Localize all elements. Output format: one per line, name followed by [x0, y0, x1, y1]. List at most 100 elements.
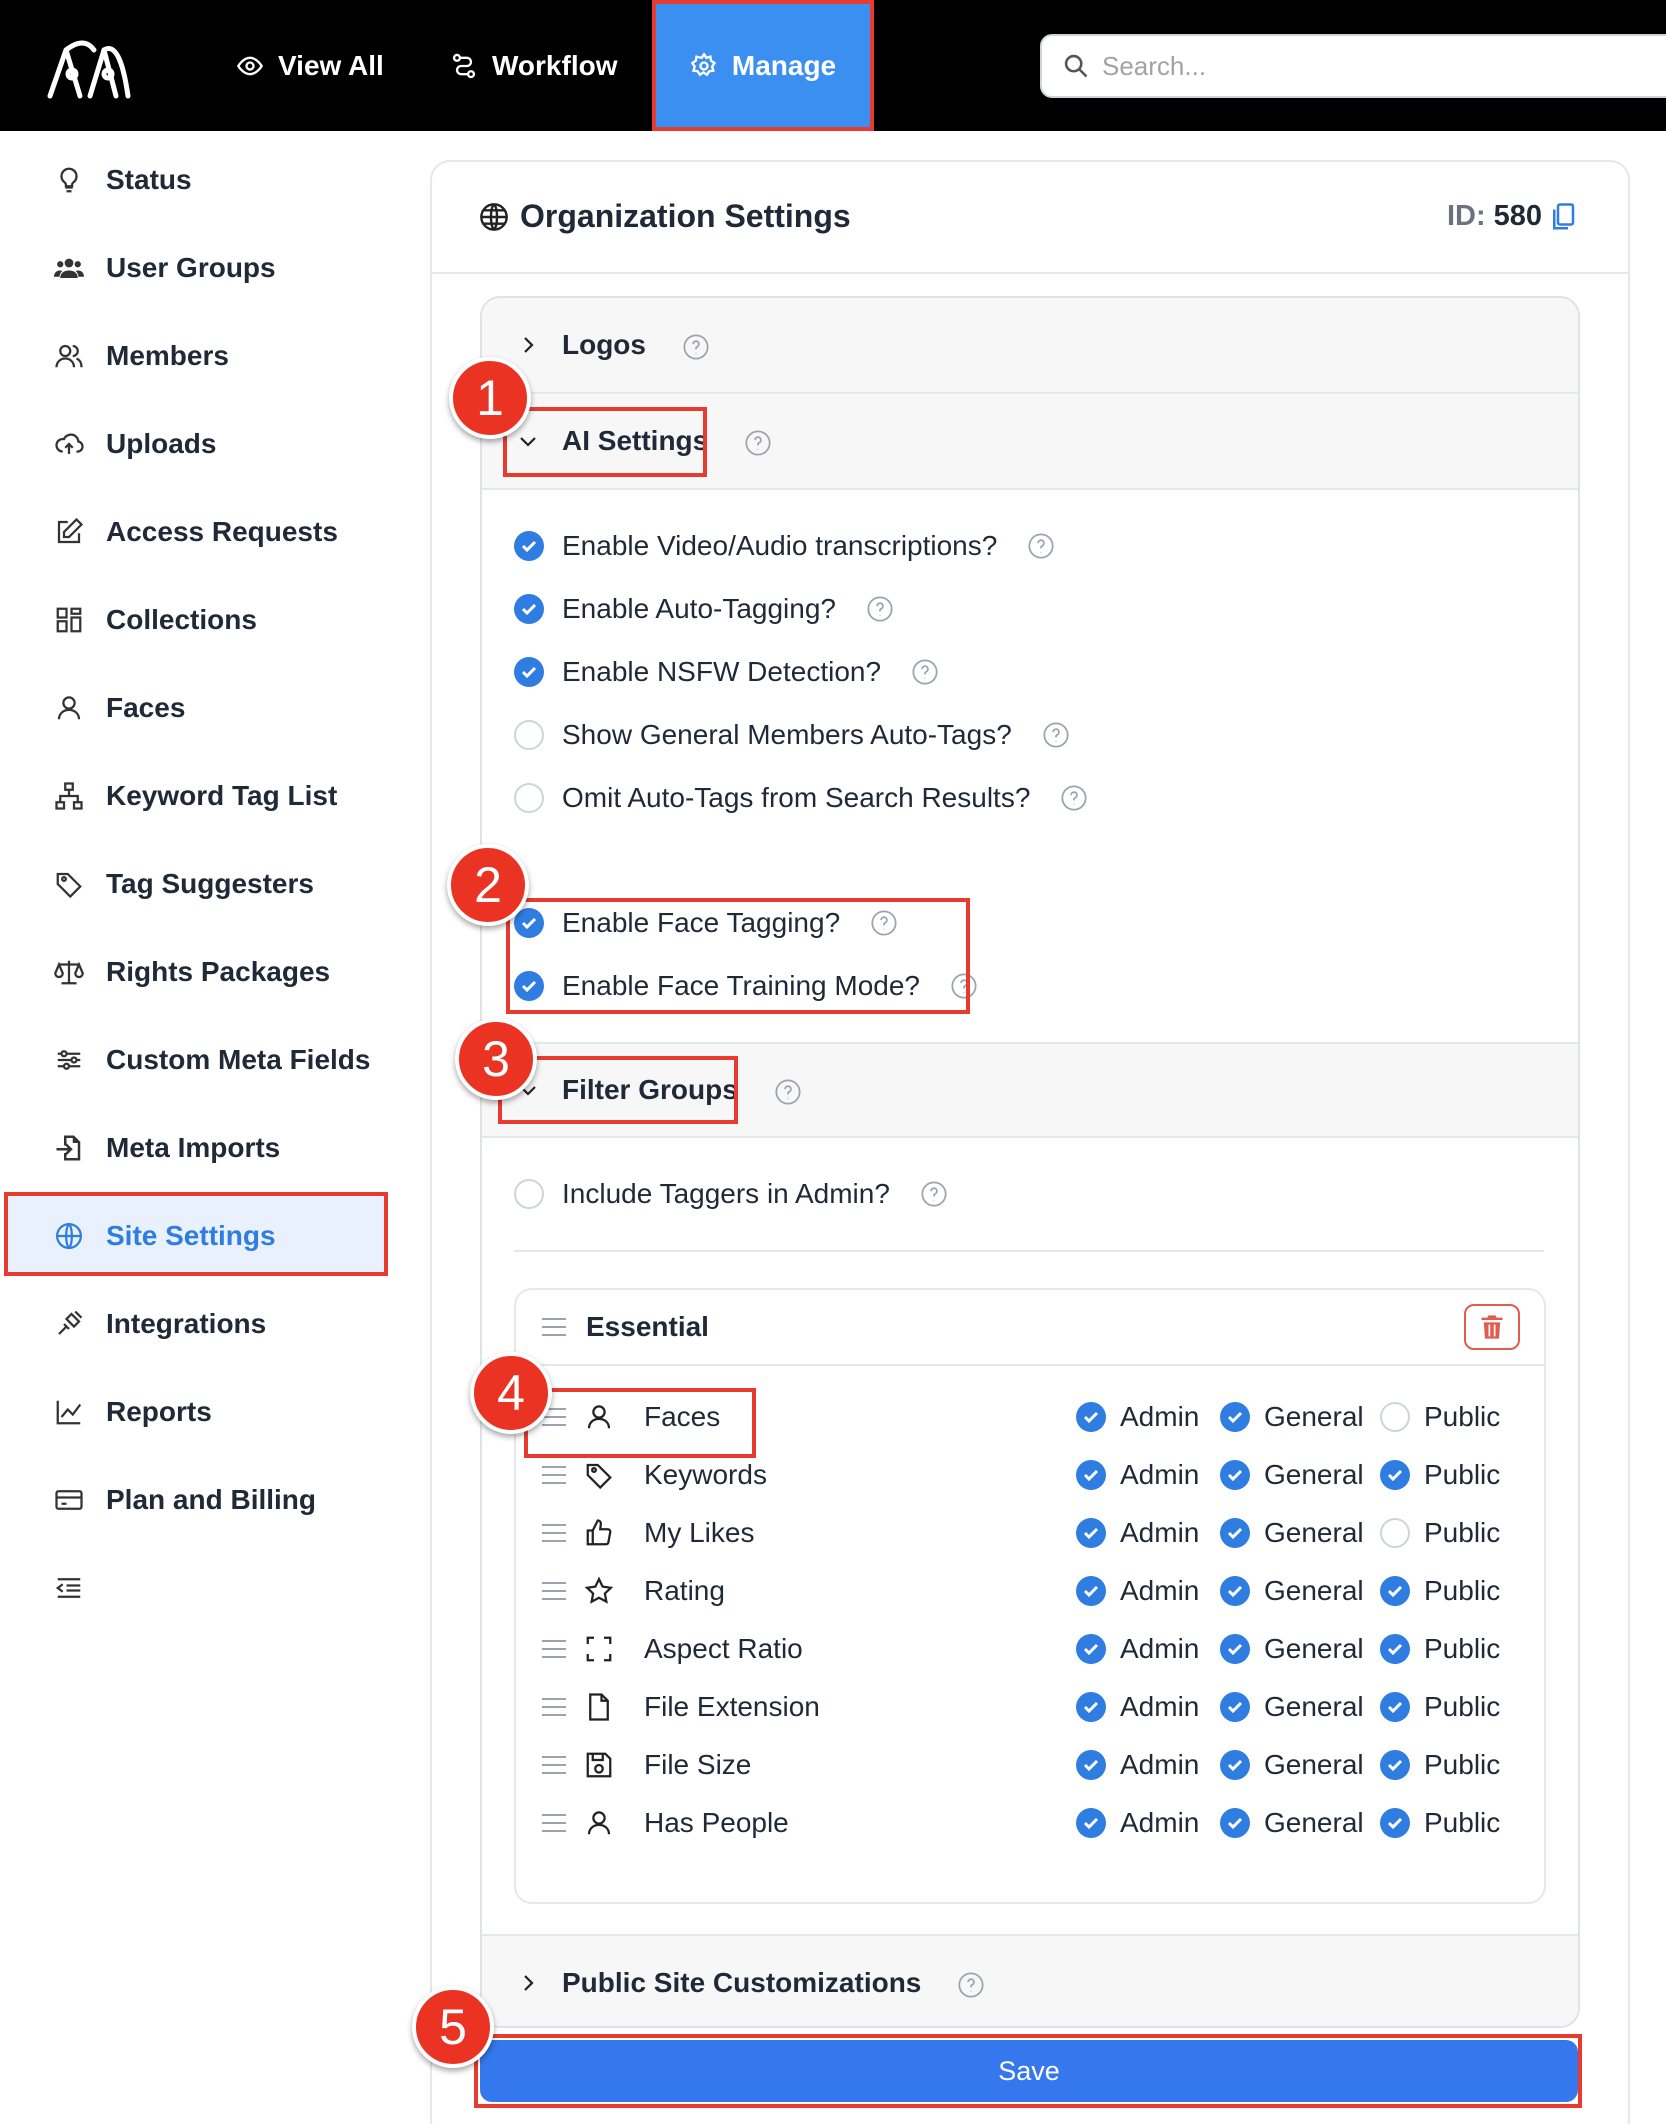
help-icon[interactable] — [866, 595, 894, 623]
sidebar-item-rights-packages[interactable]: Rights Packages — [0, 932, 390, 1012]
option-video-audio-transcriptions[interactable]: Enable Video/Audio transcriptions? — [514, 530, 1055, 562]
public-checkbox[interactable] — [1380, 1692, 1410, 1722]
admin-checkbox[interactable] — [1076, 1750, 1106, 1780]
perm-public[interactable]: Public — [1380, 1807, 1500, 1839]
drag-handle-icon[interactable] — [540, 1753, 568, 1777]
perm-public[interactable]: Public — [1380, 1749, 1500, 1781]
checkbox-checked[interactable] — [514, 594, 544, 624]
help-icon[interactable] — [774, 1078, 802, 1106]
perm-public[interactable]: Public — [1380, 1575, 1500, 1607]
public-checkbox[interactable] — [1380, 1576, 1410, 1606]
perm-public[interactable]: Public — [1380, 1517, 1500, 1549]
general-checkbox[interactable] — [1220, 1460, 1250, 1490]
copy-icon[interactable] — [1550, 202, 1576, 232]
general-checkbox[interactable] — [1220, 1750, 1250, 1780]
option-show-general-auto-tags[interactable]: Show General Members Auto-Tags? — [514, 719, 1070, 751]
help-icon[interactable] — [682, 333, 710, 361]
perm-public[interactable]: Public — [1380, 1633, 1500, 1665]
public-checkbox[interactable] — [1380, 1518, 1410, 1548]
general-checkbox[interactable] — [1220, 1634, 1250, 1664]
sidebar-item-meta-imports[interactable]: Meta Imports — [0, 1108, 390, 1188]
perm-admin[interactable]: Admin — [1076, 1401, 1199, 1433]
drag-handle-icon[interactable] — [540, 1695, 568, 1719]
general-checkbox[interactable] — [1220, 1576, 1250, 1606]
perm-public[interactable]: Public — [1380, 1401, 1500, 1433]
perm-admin[interactable]: Admin — [1076, 1575, 1199, 1607]
general-checkbox[interactable] — [1220, 1692, 1250, 1722]
checkbox-unchecked[interactable] — [514, 783, 544, 813]
admin-checkbox[interactable] — [1076, 1692, 1106, 1722]
help-icon[interactable] — [744, 429, 772, 457]
perm-admin[interactable]: Admin — [1076, 1459, 1199, 1491]
sidebar-collapse-button[interactable] — [0, 1548, 390, 1628]
admin-checkbox[interactable] — [1076, 1518, 1106, 1548]
perm-admin[interactable]: Admin — [1076, 1633, 1199, 1665]
public-checkbox[interactable] — [1380, 1750, 1410, 1780]
public-checkbox[interactable] — [1380, 1402, 1410, 1432]
drag-handle-icon[interactable] — [540, 1579, 568, 1603]
logo-icon[interactable] — [44, 30, 134, 102]
option-nsfw-detection[interactable]: Enable NSFW Detection? — [514, 656, 939, 688]
section-public-site[interactable]: Public Site Customizations — [482, 1934, 1578, 2026]
option-omit-auto-tags[interactable]: Omit Auto-Tags from Search Results? — [514, 782, 1088, 814]
option-include-taggers[interactable]: Include Taggers in Admin? — [514, 1178, 948, 1210]
general-checkbox[interactable] — [1220, 1808, 1250, 1838]
section-logos[interactable]: Logos — [482, 298, 1578, 394]
option-auto-tagging[interactable]: Enable Auto-Tagging? — [514, 593, 894, 625]
sidebar-item-access-requests[interactable]: Access Requests — [0, 492, 390, 572]
help-icon[interactable] — [920, 1180, 948, 1208]
admin-checkbox[interactable] — [1076, 1460, 1106, 1490]
perm-public[interactable]: Public — [1380, 1691, 1500, 1723]
drag-handle-icon[interactable] — [540, 1521, 568, 1545]
drag-handle-icon[interactable] — [540, 1637, 568, 1661]
perm-general[interactable]: General — [1220, 1459, 1364, 1491]
admin-checkbox[interactable] — [1076, 1634, 1106, 1664]
nav-view-all[interactable]: View All — [236, 0, 384, 131]
perm-general[interactable]: General — [1220, 1691, 1364, 1723]
sidebar-item-custom-meta-fields[interactable]: Custom Meta Fields — [0, 1020, 390, 1100]
sidebar-item-collections[interactable]: Collections — [0, 580, 390, 660]
public-checkbox[interactable] — [1380, 1808, 1410, 1838]
admin-checkbox[interactable] — [1076, 1576, 1106, 1606]
perm-admin[interactable]: Admin — [1076, 1517, 1199, 1549]
checkbox-checked[interactable] — [514, 657, 544, 687]
perm-admin[interactable]: Admin — [1076, 1807, 1199, 1839]
perm-general[interactable]: General — [1220, 1517, 1364, 1549]
checkbox-unchecked[interactable] — [514, 1179, 544, 1209]
search-box[interactable] — [1040, 34, 1666, 98]
sidebar-item-keyword-tag-list[interactable]: Keyword Tag List — [0, 756, 390, 836]
perm-general[interactable]: General — [1220, 1633, 1364, 1665]
nav-workflow[interactable]: Workflow — [450, 0, 617, 131]
help-icon[interactable] — [1027, 532, 1055, 560]
help-icon[interactable] — [911, 658, 939, 686]
sidebar-item-user-groups[interactable]: User Groups — [0, 228, 390, 308]
help-icon[interactable] — [1042, 721, 1070, 749]
admin-checkbox[interactable] — [1076, 1808, 1106, 1838]
sidebar-item-tag-suggesters[interactable]: Tag Suggesters — [0, 844, 390, 924]
public-checkbox[interactable] — [1380, 1634, 1410, 1664]
help-icon[interactable] — [1060, 784, 1088, 812]
drag-handle-icon[interactable] — [540, 1811, 568, 1835]
delete-group-button[interactable] — [1464, 1304, 1520, 1350]
drag-handle-icon[interactable] — [540, 1463, 568, 1487]
public-checkbox[interactable] — [1380, 1460, 1410, 1490]
help-icon[interactable] — [957, 1971, 985, 1999]
admin-checkbox[interactable] — [1076, 1402, 1106, 1432]
perm-general[interactable]: General — [1220, 1575, 1364, 1607]
sidebar-item-plan-and-billing[interactable]: Plan and Billing — [0, 1460, 390, 1540]
checkbox-unchecked[interactable] — [514, 720, 544, 750]
sidebar-item-reports[interactable]: Reports — [0, 1372, 390, 1452]
perm-admin[interactable]: Admin — [1076, 1749, 1199, 1781]
sidebar-item-members[interactable]: Members — [0, 316, 390, 396]
perm-admin[interactable]: Admin — [1076, 1691, 1199, 1723]
search-input[interactable] — [1102, 50, 1602, 82]
perm-public[interactable]: Public — [1380, 1459, 1500, 1491]
perm-general[interactable]: General — [1220, 1807, 1364, 1839]
general-checkbox[interactable] — [1220, 1402, 1250, 1432]
sidebar-item-integrations[interactable]: Integrations — [0, 1284, 390, 1364]
perm-general[interactable]: General — [1220, 1749, 1364, 1781]
checkbox-checked[interactable] — [514, 531, 544, 561]
drag-handle-icon[interactable] — [540, 1315, 568, 1339]
sidebar-item-faces[interactable]: Faces — [0, 668, 390, 748]
sidebar-item-uploads[interactable]: Uploads — [0, 404, 390, 484]
